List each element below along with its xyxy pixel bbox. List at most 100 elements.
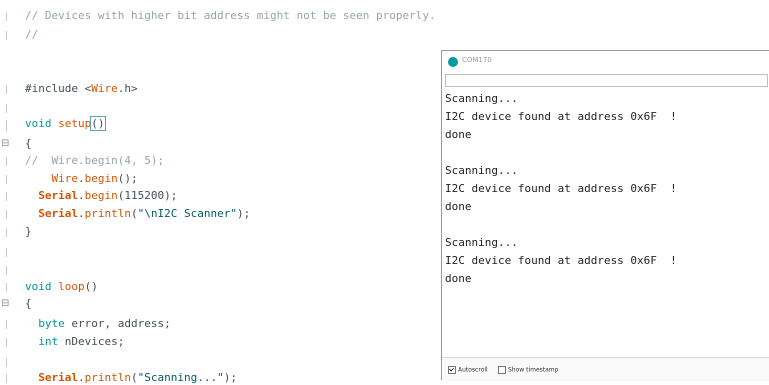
code-token: println [84, 371, 131, 384]
serial-output-line: I2C device found at address 0x6F ! [445, 110, 677, 123]
code-token: Serial [38, 207, 78, 220]
gutter-marker [6, 12, 7, 21]
code-token: // Devices with higher bit address might… [25, 9, 436, 22]
code-token: ( [130, 371, 138, 384]
arduino-icon [448, 57, 458, 67]
code-token: void [25, 117, 52, 130]
gutter-marker [6, 85, 7, 94]
code-line[interactable]: Serial.begin(115200); [25, 189, 177, 203]
serial-monitor-title: COM170 [462, 56, 492, 64]
code-line[interactable]: void loop() [25, 280, 98, 294]
code-token: int [38, 335, 59, 348]
code-token: void [25, 280, 52, 293]
code-token: } [25, 225, 32, 238]
code-token: Wire [51, 172, 79, 185]
code-line[interactable]: Serial.println("Scanning..."); [25, 371, 237, 385]
show-timestamp-label: Show timestamp [508, 366, 559, 374]
gutter-marker [6, 175, 7, 184]
code-line[interactable]: { [25, 297, 32, 311]
gutter-marker [6, 104, 7, 113]
code-line[interactable]: // [25, 28, 38, 42]
gutter-marker [6, 358, 7, 367]
code-token: . [78, 189, 85, 202]
code-token: #include < [25, 82, 92, 95]
gutter-marker [6, 120, 7, 129]
serial-output-line: done [445, 200, 472, 213]
gutter-marker [6, 157, 7, 166]
gutter-marker [6, 374, 7, 383]
code-line[interactable]: void setup() [25, 116, 106, 131]
show-timestamp-checkbox[interactable]: Show timestamp [498, 366, 558, 375]
code-line[interactable]: } [25, 225, 32, 239]
serial-output-line: Scanning... [445, 236, 518, 249]
autoscroll-checkbox[interactable]: Autoscroll [448, 366, 488, 375]
code-token: ); [236, 207, 251, 220]
gutter-marker [6, 283, 7, 292]
editor-gutter: ⊟ ⊟ [0, 0, 24, 385]
code-token: () [84, 280, 98, 293]
gutter-marker [6, 192, 7, 201]
code-token: "Scanning..." [137, 371, 224, 384]
serial-send-input[interactable] [445, 74, 768, 87]
code-line[interactable]: Wire.begin(); [25, 172, 138, 186]
gutter-marker [6, 228, 7, 237]
code-token: (115200); [117, 189, 178, 202]
serial-output-line: Scanning... [445, 92, 518, 105]
code-line[interactable]: #include <Wire.h> [25, 82, 138, 96]
code-token: "\nI2C Scanner" [137, 207, 237, 220]
code-token: () [90, 116, 106, 131]
gutter-marker [6, 210, 7, 219]
serial-monitor-window: COM170 Scanning... I2C device found at ad… [441, 50, 769, 381]
fold-toggle-icon[interactable]: ⊟ [1, 138, 9, 150]
code-line[interactable]: // Devices with higher bit address might… [25, 9, 436, 23]
code-token: // [25, 28, 39, 41]
code-token: println [84, 207, 131, 220]
code-token: loop [58, 280, 85, 293]
code-token: { [25, 297, 32, 310]
serial-monitor-titlebar[interactable]: COM170 [442, 51, 769, 73]
autoscroll-check-icon[interactable] [448, 366, 456, 374]
code-token: Wire [91, 82, 118, 95]
code-token: Serial [38, 371, 78, 384]
gutter-marker [6, 320, 7, 329]
code-token: . [78, 172, 85, 185]
code-token: // Wire.begin(4, 5); [25, 154, 165, 167]
code-token: begin [84, 172, 118, 185]
code-line[interactable]: { [25, 137, 32, 151]
code-line[interactable]: int nDevices; [25, 335, 124, 349]
gutter-marker [6, 266, 7, 275]
gutter-marker [6, 338, 7, 347]
code-line[interactable]: // Wire.begin(4, 5); [25, 154, 164, 168]
code-line[interactable]: Serial.println("\nI2C Scanner"); [25, 207, 250, 221]
code-token: nDevices; [58, 335, 125, 348]
serial-output-line: done [445, 272, 472, 285]
code-token: (); [117, 172, 138, 185]
autoscroll-label: Autoscroll [458, 366, 488, 374]
code-token: . [78, 207, 85, 220]
code-line[interactable]: byte error, address; [25, 317, 170, 331]
code-token: ( [130, 207, 138, 220]
serial-output-line: I2C device found at address 0x6F ! [445, 254, 677, 267]
gutter-marker [6, 31, 7, 40]
code-token: .h> [117, 82, 138, 95]
timestamp-check-icon[interactable] [498, 366, 506, 374]
serial-output-line: done [445, 128, 472, 141]
code-token: setup [58, 117, 92, 130]
code-token: Serial [38, 189, 78, 202]
code-token: begin [84, 189, 118, 202]
code-token: . [78, 371, 85, 384]
fold-toggle-icon[interactable]: ⊟ [1, 298, 9, 310]
serial-monitor-bottombar: Autoscroll Show timestamp [442, 357, 769, 381]
code-token: { [25, 137, 32, 150]
code-token: ); [223, 371, 237, 384]
serial-output: Scanning... I2C device found at address 0… [444, 92, 766, 357]
serial-output-line: I2C device found at address 0x6F ! [445, 182, 677, 195]
gutter-marker [6, 248, 7, 257]
serial-output-line: Scanning... [445, 164, 518, 177]
